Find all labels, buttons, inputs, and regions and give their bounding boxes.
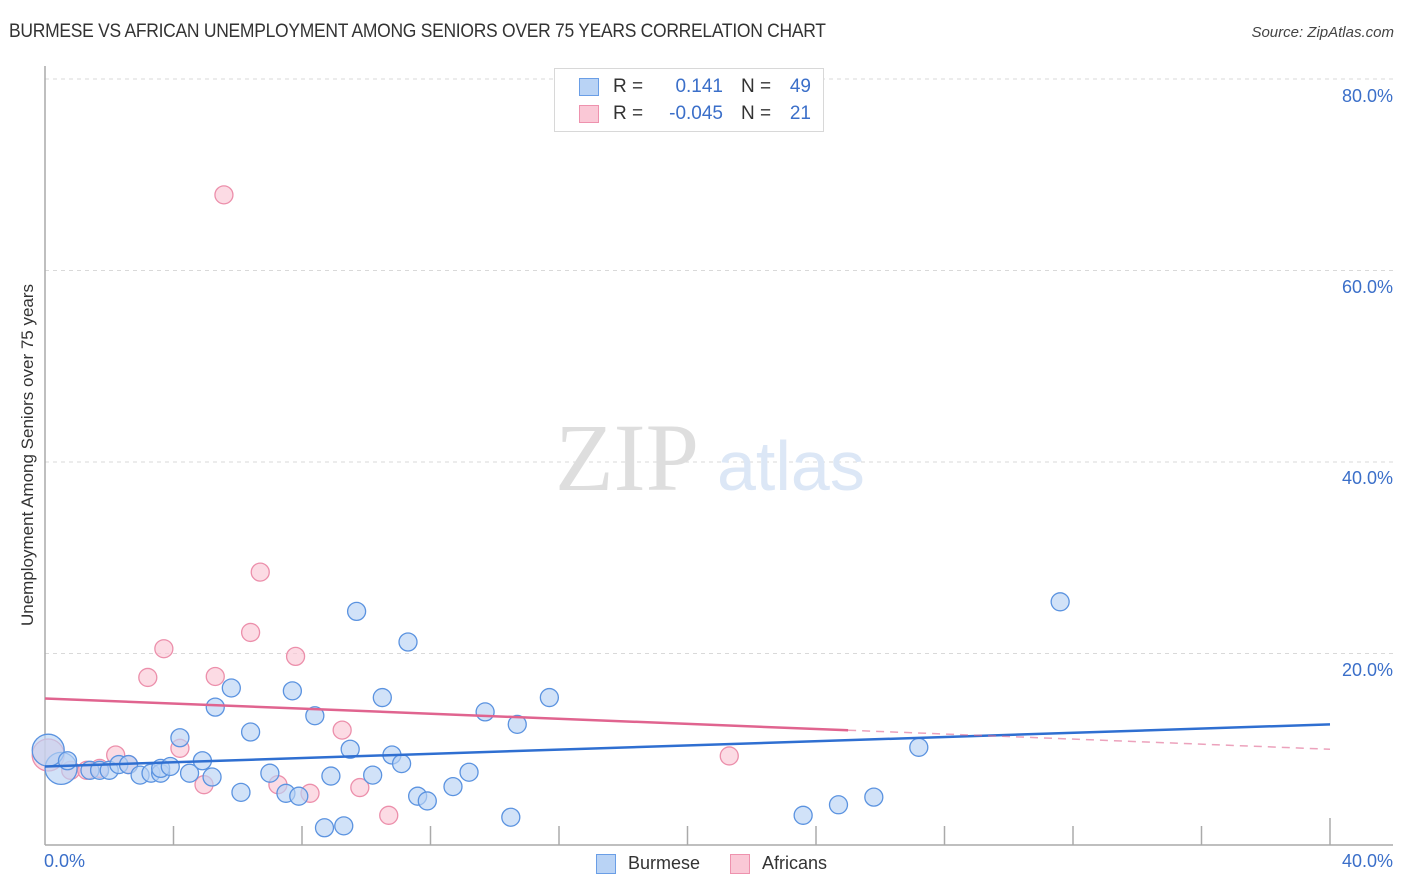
- watermark-zip: ZIP: [555, 404, 699, 511]
- y-tick-label: 80.0%: [1341, 86, 1393, 106]
- y-axis-label: Unemployment Among Seniors over 75 years: [18, 283, 37, 627]
- burmese-point: [417, 791, 437, 811]
- burmese-point: [1050, 592, 1070, 612]
- burmese-point: [170, 728, 190, 748]
- africans-point: [154, 639, 174, 659]
- burmese-point: [205, 697, 225, 717]
- correlation-legend: R = 0.141 N = 49 R = -0.045 N = 21: [554, 68, 824, 132]
- r-value: 0.141: [675, 76, 723, 97]
- africans-point: [205, 666, 225, 687]
- legend-label: Africans: [762, 853, 828, 873]
- n-value: 49: [789, 76, 811, 97]
- burmese-point: [321, 766, 341, 786]
- burmese-point: [289, 786, 309, 806]
- burmese-point: [282, 681, 303, 701]
- gridlines: [45, 78, 1395, 654]
- burmese-point: [793, 805, 813, 825]
- burmese-point: [372, 687, 392, 708]
- y-tick-label: 60.0%: [1341, 277, 1393, 297]
- legend-label: Burmese: [628, 853, 701, 873]
- x-tick-label-max: 40.0%: [1341, 851, 1393, 871]
- burmese-point: [160, 756, 180, 777]
- n-label: N =: [741, 76, 772, 97]
- trend-lines: [44, 697, 1331, 768]
- r-label: R =: [613, 76, 644, 97]
- burmese-swatch: [596, 853, 616, 874]
- africans-point: [719, 746, 739, 766]
- burmese-point: [240, 722, 261, 742]
- burmese-point: [334, 816, 354, 836]
- burmese-swatch: [579, 78, 599, 96]
- legend-row-africans: R = -0.045 N = 21: [579, 102, 811, 126]
- legend-item-africans[interactable]: Africans: [730, 853, 827, 874]
- burmese-point: [864, 787, 884, 807]
- burmese-point: [539, 687, 560, 708]
- africans-point: [240, 622, 261, 643]
- africans-swatch: [579, 105, 599, 123]
- legend-item-burmese[interactable]: Burmese: [596, 853, 700, 874]
- burmese-point: [459, 762, 479, 782]
- burmese-point: [828, 795, 849, 815]
- watermark: ZIP atlas: [555, 404, 865, 511]
- burmese-point: [221, 678, 241, 698]
- n-value: 21: [789, 103, 811, 124]
- burmese-point: [260, 763, 280, 783]
- series-legend: Burmese Africans: [596, 853, 857, 874]
- africans-point: [250, 562, 270, 582]
- africans-trend-line: [44, 697, 849, 732]
- burmese-point: [443, 776, 463, 797]
- africans-point: [285, 646, 306, 667]
- burmese-point: [475, 702, 495, 722]
- africans-point: [379, 805, 399, 825]
- x-tick-label-min: 0.0%: [44, 851, 86, 871]
- n-label: N =: [741, 103, 772, 124]
- burmese-point: [346, 601, 367, 622]
- burmese-point: [398, 632, 418, 652]
- burmese-points: [31, 592, 1070, 838]
- burmese-point: [909, 737, 929, 757]
- legend-row-burmese: R = 0.141 N = 49: [579, 75, 811, 99]
- burmese-point: [391, 753, 412, 774]
- scatter-plot: ZIP atlas: [31, 66, 1395, 846]
- africans-point: [332, 720, 352, 740]
- burmese-point: [231, 782, 251, 802]
- r-label: R =: [613, 103, 644, 124]
- africans-swatch: [730, 853, 751, 874]
- r-value: -0.045: [669, 103, 723, 124]
- burmese-trend-line: [44, 723, 1331, 768]
- burmese-point: [202, 767, 222, 787]
- y-tick-label: 40.0%: [1341, 468, 1393, 488]
- y-tick-label: 20.0%: [1341, 660, 1393, 680]
- burmese-point: [501, 807, 521, 827]
- burmese-point: [363, 765, 383, 785]
- africans-point: [138, 667, 158, 688]
- watermark-atlas: atlas: [717, 427, 865, 505]
- burmese-point: [314, 818, 335, 838]
- africans-point: [214, 185, 234, 205]
